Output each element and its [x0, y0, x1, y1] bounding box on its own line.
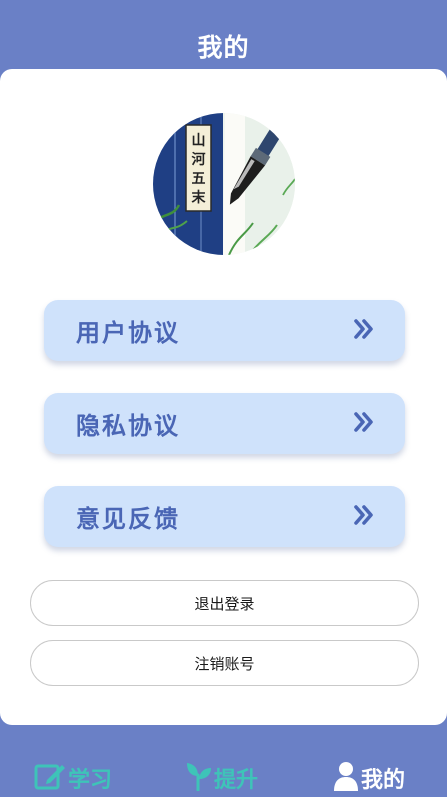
user-icon: [333, 761, 359, 795]
calligraphy-char-1: 山: [192, 133, 206, 149]
avatar[interactable]: 山 河 五 末: [153, 113, 295, 255]
tab-study[interactable]: 学习: [34, 763, 112, 793]
menu-item-privacy-agreement[interactable]: 隐私协议: [44, 393, 405, 454]
calligraphy-char-3: 五: [192, 171, 206, 187]
tab-label: 我的: [361, 768, 406, 793]
menu-label: 意见反馈: [76, 505, 180, 533]
tab-label: 学习: [68, 768, 113, 793]
menu-item-feedback[interactable]: 意见反馈: [44, 486, 405, 547]
calligraphy-char-2: 河: [192, 151, 206, 168]
avatar-image: 山 河 五 末: [153, 113, 295, 255]
double-chevron-right-icon: [353, 318, 375, 344]
double-chevron-right-icon: [353, 504, 375, 530]
menu-item-user-agreement[interactable]: 用户协议: [44, 300, 405, 361]
sprout-icon: [186, 761, 212, 795]
edit-icon: [34, 761, 66, 795]
tab-label: 提升: [214, 768, 259, 793]
menu-label: 隐私协议: [76, 412, 180, 440]
logout-button[interactable]: 退出登录: [30, 580, 419, 626]
menu-label: 用户协议: [76, 319, 180, 347]
tab-improve[interactable]: 提升: [186, 763, 258, 793]
bottom-tab-bar: 学习 提升 我的: [0, 725, 447, 797]
page-title: 我的: [197, 33, 250, 62]
cancel-account-button[interactable]: 注销账号: [30, 640, 419, 686]
tab-mine[interactable]: 我的: [333, 761, 406, 795]
calligraphy-char-4: 末: [192, 189, 207, 206]
double-chevron-right-icon: [353, 411, 375, 437]
header-bar: 我的: [0, 0, 447, 78]
